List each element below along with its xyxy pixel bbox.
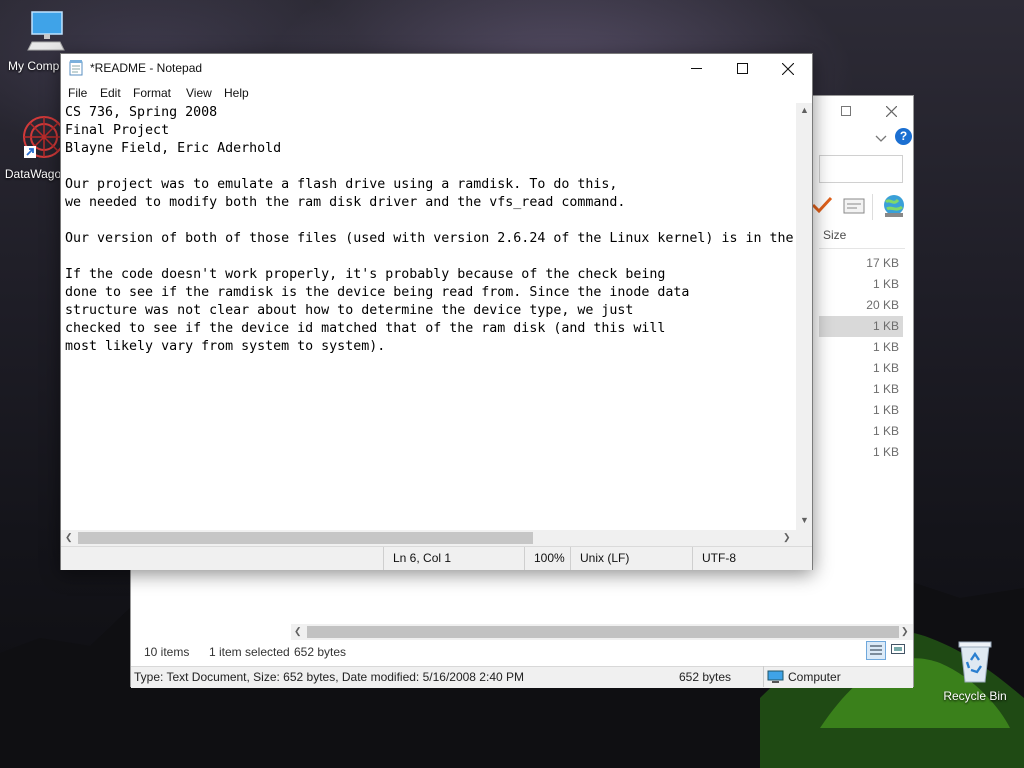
ribbon-globe-button[interactable] [881, 194, 907, 223]
file-row-size[interactable]: 1 KB [819, 400, 903, 421]
checkmark-icon [811, 196, 833, 214]
explorer-maximize-button[interactable] [828, 99, 864, 123]
details-location: Computer [788, 670, 841, 684]
computer-icon [27, 11, 65, 51]
desktop-icon-label: Recycle Bin [943, 689, 1007, 703]
scroll-thumb[interactable] [78, 532, 533, 544]
close-icon [782, 62, 794, 75]
expand-ribbon-chevron[interactable] [875, 130, 887, 148]
menu-format[interactable]: Format [133, 86, 171, 100]
file-details: Type: Text Document, Size: 652 bytes, Da… [134, 670, 524, 684]
ribbon-check-button[interactable] [811, 196, 833, 219]
file-row-size[interactable]: 17 KB [819, 253, 903, 274]
file-row-size[interactable]: 1 KB [819, 316, 903, 337]
file-row-size[interactable]: 20 KB [819, 295, 903, 316]
ribbon-email-button[interactable] [843, 198, 865, 219]
selection-count: 1 item selected [209, 645, 290, 659]
file-row-size[interactable]: 1 KB [819, 421, 903, 442]
status-position: Ln 6, Col 1 [383, 547, 524, 570]
chevron-down-icon [875, 135, 887, 142]
notepad-window[interactable]: *README - Notepad File Edit Format View … [60, 53, 813, 570]
explorer-search-box[interactable] [819, 155, 903, 183]
globe-icon [884, 195, 904, 217]
email-icon [843, 198, 865, 214]
ribbon-separator [872, 194, 873, 220]
close-icon [885, 105, 897, 117]
column-header-divider [819, 248, 905, 249]
text-line: Final Project [65, 123, 170, 138]
explorer-horizontal-scrollbar[interactable]: ❮ ❯ [291, 624, 913, 640]
scrollbar-corner [796, 530, 812, 546]
file-row-size[interactable]: 1 KB [819, 379, 903, 400]
maximize-icon [841, 106, 851, 116]
scroll-thumb[interactable] [307, 626, 899, 638]
selection-size: 652 bytes [294, 645, 347, 659]
details-divider [763, 666, 764, 687]
menu-help[interactable]: Help [224, 86, 249, 100]
window-title: *README - Notepad [90, 61, 203, 75]
explorer-details-bar: Type: Text Document, Size: 652 bytes, Da… [131, 666, 913, 688]
help-button[interactable]: ? [895, 128, 912, 145]
text-line: we needed to modify both the ram disk dr… [65, 195, 626, 210]
large-icons-view-button[interactable] [890, 642, 906, 658]
notepad-title-bar[interactable]: *README - Notepad [61, 54, 812, 83]
text-line [65, 158, 796, 176]
desktop-icon-recycle-bin[interactable]: Recycle Bin [935, 638, 1015, 703]
scroll-left-arrow[interactable]: ❮ [65, 532, 73, 543]
explorer-status-bar: 10 items 1 item selected 652 bytes [131, 641, 913, 663]
text-line: done to see if the ramdisk is the device… [65, 285, 690, 300]
text-line: structure was not clear about how to det… [65, 303, 634, 318]
file-row-size[interactable]: 1 KB [819, 358, 903, 379]
text-line: Our version of both of those files (used… [65, 231, 794, 246]
maximize-icon [736, 63, 748, 74]
file-row-size[interactable]: 1 KB [819, 274, 903, 295]
menu-view[interactable]: View [186, 86, 212, 100]
text-editor-area[interactable]: CS 736, Spring 2008 Final Project Blayne F… [61, 103, 796, 530]
scroll-right-arrow[interactable]: ❯ [783, 532, 791, 543]
text-line [65, 212, 796, 230]
vertical-scrollbar[interactable]: ▲ ▼ [796, 103, 812, 530]
minimize-icon [690, 68, 702, 69]
notepad-icon [69, 60, 83, 76]
scroll-up-arrow[interactable]: ▲ [800, 105, 809, 115]
preview-icon [891, 644, 905, 654]
status-zoom: 100% [524, 547, 570, 570]
datawagon-icon [23, 116, 65, 158]
text-line [65, 248, 796, 266]
text-line: most likely vary from system to system). [65, 339, 386, 354]
notepad-status-bar: Ln 6, Col 1 100% Unix (LF) UTF-8 [61, 546, 812, 570]
recycle-bin-icon [958, 641, 992, 683]
menu-file[interactable]: File [68, 86, 87, 100]
text-line: If the code doesn't work properly, it's … [65, 267, 666, 282]
column-header-size[interactable]: Size [823, 228, 846, 242]
file-row-size[interactable]: 1 KB [819, 337, 903, 358]
close-button[interactable] [765, 54, 811, 83]
menu-edit[interactable]: Edit [100, 86, 121, 100]
scroll-left-arrow[interactable]: ❮ [294, 626, 302, 637]
menu-bar: File Edit Format View Help [61, 83, 812, 103]
maximize-button[interactable] [719, 54, 765, 83]
help-icon: ? [899, 129, 908, 143]
details-view-button[interactable] [866, 641, 886, 660]
minimize-button[interactable] [673, 54, 719, 83]
explorer-close-button[interactable] [873, 99, 909, 123]
status-encoding: UTF-8 [692, 547, 812, 570]
details-view-icon [870, 645, 882, 655]
text-line: CS 736, Spring 2008 [65, 105, 218, 120]
status-line-ending: Unix (LF) [570, 547, 692, 570]
file-row-size[interactable]: 1 KB [819, 442, 903, 463]
computer-icon [767, 670, 784, 683]
text-line: checked to see if the device id matched … [65, 321, 666, 336]
scroll-right-arrow[interactable]: ❯ [901, 626, 909, 637]
scroll-down-arrow[interactable]: ▼ [800, 515, 809, 525]
horizontal-scrollbar[interactable]: ❮ ❯ [61, 530, 796, 546]
details-size: 652 bytes [679, 670, 732, 684]
text-line: Blayne Field, Eric Aderhold [65, 141, 282, 156]
item-count: 10 items [144, 645, 190, 659]
text-line: Our project was to emulate a flash drive… [65, 177, 618, 192]
